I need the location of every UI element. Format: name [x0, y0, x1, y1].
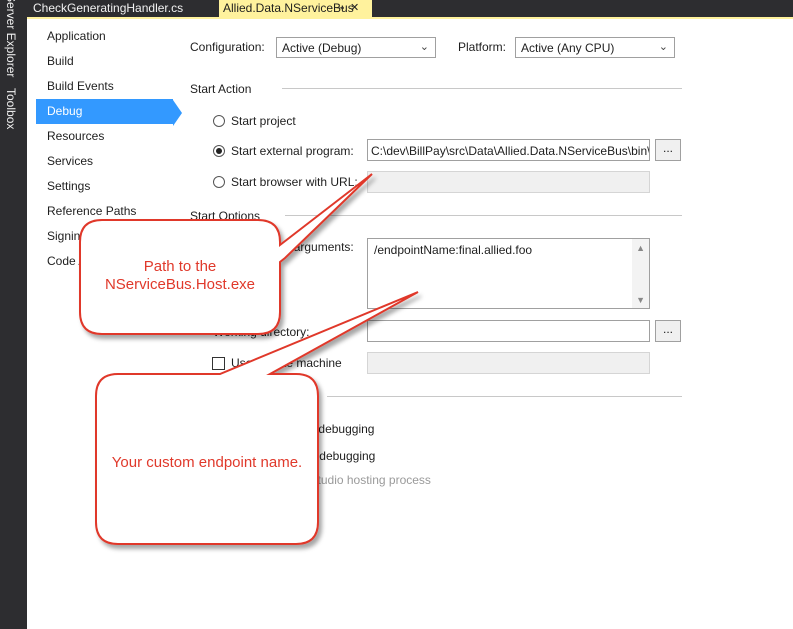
- configuration-select[interactable]: Active (Debug) ⌄: [276, 37, 436, 58]
- nav-item-build-events[interactable]: Build Events: [36, 74, 173, 99]
- start-external-radio[interactable]: [213, 145, 225, 157]
- properties-nav: Application Build Build Events Debug Res…: [27, 19, 182, 629]
- nav-item-services[interactable]: Services: [36, 149, 173, 174]
- document-tab-strip: CheckGeneratingHandler.cs Allied.Data.NS…: [27, 0, 793, 17]
- nav-item-build[interactable]: Build: [36, 49, 173, 74]
- start-project-label: Start project: [231, 114, 296, 128]
- hosting-process-label: Enable the Visual Studio hosting process: [213, 473, 431, 487]
- remote-machine-input[interactable]: [367, 352, 650, 374]
- start-browser-label: Start browser with URL:: [231, 175, 358, 189]
- close-icon[interactable]: ✕: [350, 0, 359, 17]
- external-program-input[interactable]: C:\dev\BillPay\src\Data\Allied.Data.NSer…: [367, 139, 650, 161]
- cmd-args-textarea[interactable]: /endpointName:final.allied.foo ▲ ▼: [367, 238, 650, 309]
- chevron-down-icon: ⌄: [419, 41, 429, 53]
- path-callout-text: Path to the NServiceBus.Host.exe: [104, 258, 256, 293]
- chevron-down-icon[interactable]: ▼: [636, 295, 645, 305]
- tab-label: Allied.Data.NServiceBus: [223, 1, 354, 15]
- nav-item-reference-paths[interactable]: Reference Paths: [36, 199, 173, 224]
- section-divider: [282, 88, 682, 89]
- start-options-heading: Start Options: [190, 209, 261, 223]
- start-project-radio[interactable]: [213, 115, 225, 127]
- tool-window-strip: Server Explorer Toolbox: [0, 0, 27, 629]
- working-dir-label: Working directory:: [213, 325, 310, 339]
- start-browser-radio[interactable]: [213, 176, 225, 188]
- section-divider: [285, 215, 682, 216]
- textarea-scrollbar[interactable]: ▲ ▼: [632, 239, 649, 308]
- start-external-label: Start external program:: [231, 144, 354, 158]
- pin-icon[interactable]: ⊸: [336, 0, 344, 17]
- working-dir-input[interactable]: [367, 320, 650, 342]
- remote-machine-label: Use remote machine: [231, 356, 342, 370]
- chevron-up-icon[interactable]: ▲: [636, 243, 645, 253]
- endpoint-callout-text: Your custom endpoint name.: [111, 454, 303, 471]
- working-dir-browse-button[interactable]: ...: [655, 320, 681, 342]
- nav-item-signing[interactable]: Signing: [36, 224, 173, 249]
- toolbox-tab[interactable]: Toolbox: [4, 88, 18, 129]
- tab-check-generating-handler[interactable]: CheckGeneratingHandler.cs: [27, 0, 190, 17]
- nav-item-debug[interactable]: Debug: [36, 99, 173, 124]
- configuration-label: Configuration:: [190, 40, 265, 54]
- external-program-browse-button[interactable]: ...: [655, 139, 681, 161]
- tab-allied-data-nservicebus[interactable]: Allied.Data.NServiceBus ⊸ ✕: [219, 0, 372, 17]
- platform-value: Active (Any CPU): [521, 41, 615, 55]
- cmd-args-value: /endpointName:final.allied.foo: [374, 243, 533, 257]
- nav-item-application[interactable]: Application: [36, 24, 173, 49]
- start-action-heading: Start Action: [190, 82, 252, 96]
- platform-select[interactable]: Active (Any CPU) ⌄: [515, 37, 675, 58]
- external-program-value: C:\dev\BillPay\src\Data\Allied.Data.NSer…: [371, 144, 650, 158]
- browser-url-input[interactable]: [367, 171, 650, 193]
- native-debugging-label: Enable native code debugging: [213, 422, 375, 436]
- project-properties-page: Application Build Build Events Debug Res…: [27, 19, 793, 629]
- section-divider: [327, 396, 682, 397]
- cmd-args-label: Command line arguments:: [213, 240, 354, 254]
- remote-machine-checkbox[interactable]: [212, 357, 225, 370]
- nav-item-settings[interactable]: Settings: [36, 174, 173, 199]
- chevron-down-icon: ⌄: [658, 41, 668, 53]
- server-explorer-tab[interactable]: Server Explorer: [4, 0, 18, 77]
- nav-item-resources[interactable]: Resources: [36, 124, 173, 149]
- configuration-value: Active (Debug): [282, 41, 362, 55]
- platform-label: Platform:: [458, 40, 507, 54]
- selected-nav-arrow: [173, 100, 182, 126]
